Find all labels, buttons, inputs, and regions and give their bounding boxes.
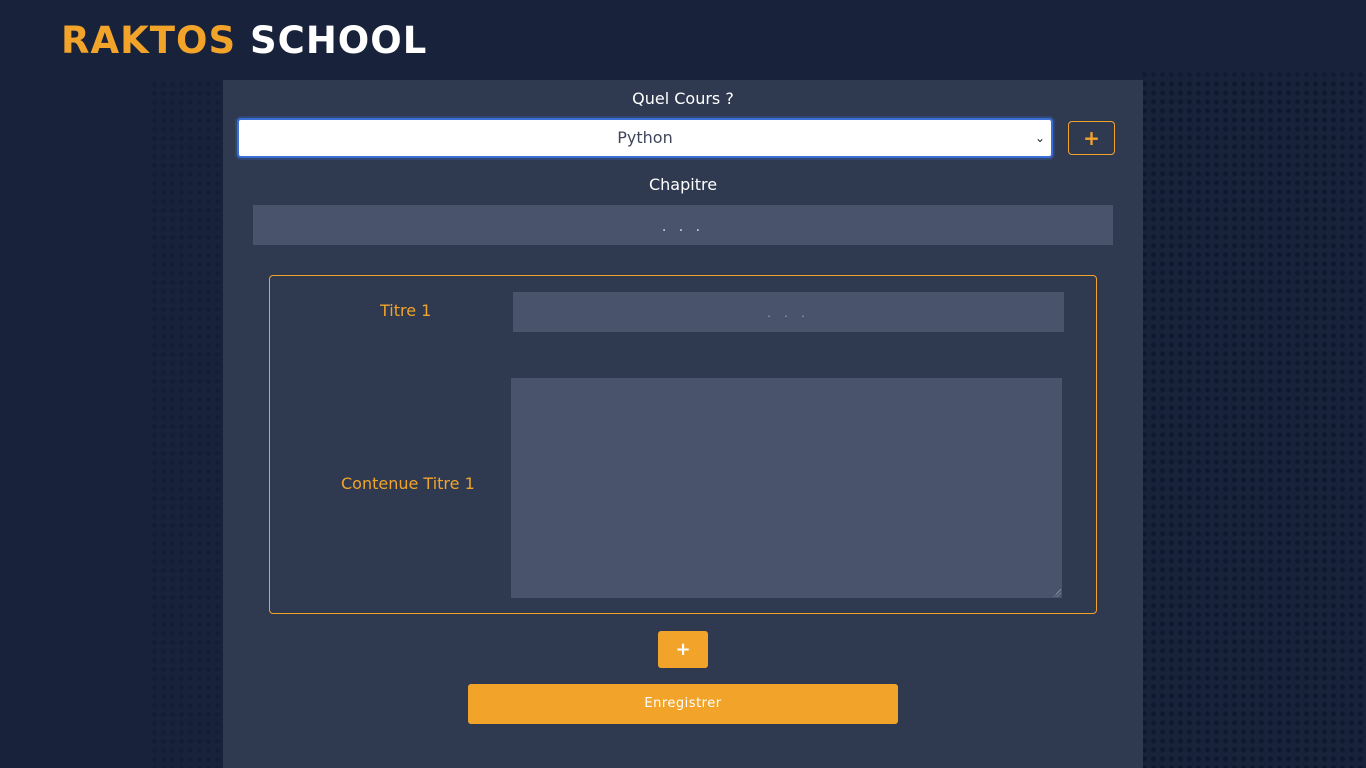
course-label: Quel Cours ? [632, 89, 734, 108]
chapter-input[interactable]: . . . [253, 205, 1113, 245]
brand-name-part2: SCHOOL [250, 19, 428, 62]
chapter-label: Chapitre [648, 175, 718, 194]
add-section-button[interactable]: + [658, 631, 708, 668]
course-select-value: Python [617, 128, 673, 147]
brand-name-part1: RAKTOS [61, 19, 237, 62]
course-select[interactable]: Python ⌄ [237, 118, 1053, 158]
section-title-label: Titre 1 [380, 301, 432, 320]
brand-logo[interactable]: RAKTOS SCHOOL [61, 19, 427, 63]
chevron-down-icon: ⌄ [1034, 131, 1045, 145]
background-map-texture-right [1140, 70, 1366, 768]
save-button[interactable]: Enregistrer [468, 684, 898, 724]
section-content-textarea[interactable] [511, 378, 1062, 598]
section-title-input[interactable]: . . . [513, 292, 1064, 332]
section-box: Titre 1 . . . Contenue Titre 1 [269, 275, 1097, 614]
section-content-label: Contenue Titre 1 [341, 474, 475, 493]
course-editor-panel: Quel Cours ? Python ⌄ + Chapitre . . . T… [223, 80, 1143, 768]
add-course-button[interactable]: + [1068, 121, 1115, 155]
resize-handle-icon[interactable] [1053, 589, 1061, 597]
